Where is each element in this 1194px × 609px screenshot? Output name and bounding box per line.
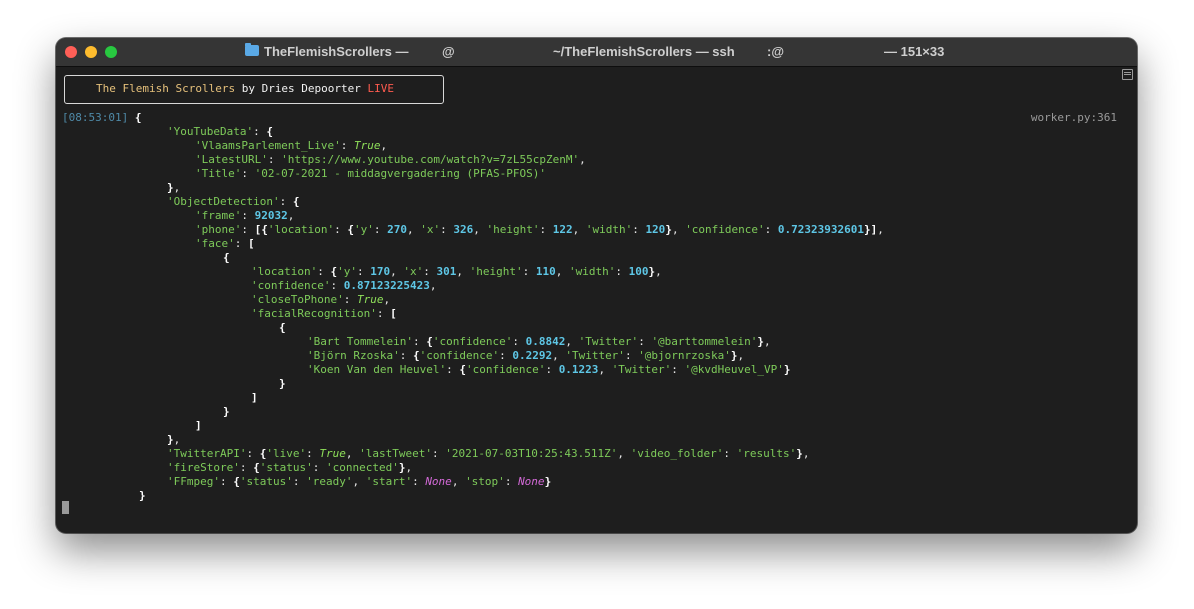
log-line: } <box>139 489 146 502</box>
log-line: ] <box>251 391 258 404</box>
terminal-content[interactable]: The Flemish Scrollers by Dries Depoorter… <box>56 67 1137 533</box>
scroll-menu-icon[interactable] <box>1122 69 1133 80</box>
window-title-path: ~/TheFlemishScrollers — ssh <box>553 44 735 59</box>
title-bar: TheFlemishScrollers — @ ~/TheFlemishScro… <box>56 38 1137 67</box>
log-line: 'Björn Rzoska': {'confidence': 0.2292, '… <box>307 349 745 362</box>
log-line: [08:53:01] { <box>62 111 142 124</box>
log-line: 'Title': '02-07-2021 - middagvergadering… <box>195 167 547 180</box>
terminal-window: TheFlemishScrollers — @ ~/TheFlemishScro… <box>56 38 1137 533</box>
window-title-size: — 151×33 <box>884 44 945 59</box>
log-line: } <box>223 405 230 418</box>
log-line: 'location': {'y': 170, 'x': 301, 'height… <box>251 265 662 278</box>
log-line: 'frame': 92032, <box>195 209 295 222</box>
window-title-host-2: :@ <box>767 44 785 59</box>
log-line: 'TwitterAPI': {'live': True, 'lastTweet'… <box>167 447 810 460</box>
live-badge: LIVE <box>367 82 395 95</box>
log-line: 'FFmpeg': {'status': 'ready', 'start': N… <box>167 475 552 488</box>
log-line: 'YouTubeData': { <box>167 125 273 138</box>
log-line: { <box>279 321 286 334</box>
log-line: ] <box>195 419 202 432</box>
log-line: 'VlaamsParlement_Live': True, <box>195 139 388 152</box>
log-line: } <box>279 377 286 390</box>
log-line: 'LatestURL': 'https://www.youtube.com/wa… <box>195 153 586 166</box>
zoom-window-button[interactable] <box>105 46 117 58</box>
log-line: { <box>223 251 230 264</box>
log-line: 'phone': [{'location': {'y': 270, 'x': 3… <box>195 223 884 236</box>
log-line: 'ObjectDetection': { <box>167 195 300 208</box>
log-line: 'confidence': 0.87123225423, <box>251 279 437 292</box>
minimize-window-button[interactable] <box>85 46 97 58</box>
window-title-app: TheFlemishScrollers — <box>264 44 409 59</box>
log-line: 'Koen Van den Heuvel': {'confidence': 0.… <box>307 363 791 376</box>
log-timestamp: [08:53:01] <box>62 111 129 124</box>
log-line: }, <box>167 181 181 194</box>
banner-author: by Dries Depoorter <box>235 82 368 95</box>
terminal-cursor[interactable] <box>62 501 69 514</box>
app-banner: The Flemish Scrollers by Dries Depoorter… <box>64 75 444 104</box>
log-line: 'facialRecognition': [ <box>251 307 397 320</box>
folder-icon <box>245 43 259 56</box>
log-line: 'closeToPhone': True, <box>251 293 391 306</box>
window-title-host: @ <box>442 44 455 59</box>
banner-app-name: The Flemish Scrollers <box>96 82 236 95</box>
log-source: worker.py:361 <box>1030 111 1117 124</box>
log-line: 'fireStore': {'status': 'connected'}, <box>167 461 413 474</box>
log-line: }, <box>167 433 181 446</box>
close-window-button[interactable] <box>65 46 77 58</box>
log-line: 'Bart Tommelein': {'confidence': 0.8842,… <box>307 335 771 348</box>
log-line: 'face': [ <box>195 237 255 250</box>
